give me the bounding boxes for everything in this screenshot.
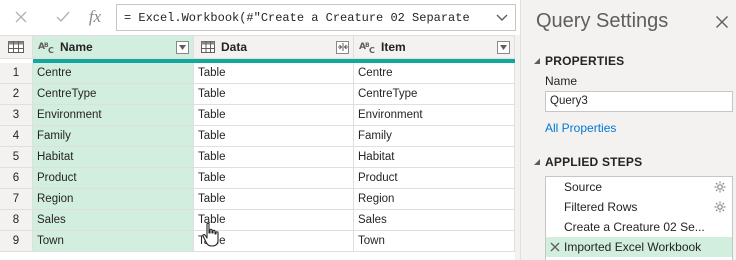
properties-heading[interactable]: PROPERTIES [534, 54, 624, 68]
cell-name[interactable]: Product [33, 168, 194, 189]
step-imported-excel-workbook[interactable]: Imported Excel Workbook [546, 237, 732, 257]
text-type-icon[interactable]: ABC [37, 40, 57, 54]
cell-item[interactable]: Town [354, 231, 515, 252]
cell-data[interactable]: Table [194, 168, 354, 189]
table-row: 6 Product Table Product [0, 168, 520, 189]
cell-name[interactable]: Habitat [33, 147, 194, 168]
chevron-down-icon[interactable] [493, 9, 511, 27]
cell-item[interactable]: Product [354, 168, 515, 189]
cell-item[interactable]: CentreType [354, 84, 515, 105]
query-settings-title: Query Settings [536, 10, 669, 32]
cell-item[interactable]: Environment [354, 105, 515, 126]
step-label: Create a Creature 02 Se... [564, 220, 705, 234]
gear-icon[interactable] [712, 181, 728, 193]
grid-header: ABC Name Data ABC Item [0, 35, 520, 59]
cell-item[interactable]: Habitat [354, 147, 515, 168]
delete-step-icon[interactable] [546, 242, 564, 252]
row-number[interactable]: 6 [0, 168, 33, 189]
cell-name[interactable]: Town [33, 231, 194, 252]
cell-name[interactable]: Family [33, 126, 194, 147]
cell-data[interactable]: Table [194, 63, 354, 84]
step-filtered-rows[interactable]: Filtered Rows [546, 197, 732, 217]
cell-data[interactable]: Table [194, 189, 354, 210]
text-type-icon[interactable]: ABC [358, 40, 378, 54]
step-label: Source [564, 180, 603, 194]
table-type-icon[interactable] [198, 41, 218, 53]
row-number[interactable]: 5 [0, 147, 33, 168]
table-menu-icon[interactable] [0, 36, 33, 58]
cell-name[interactable]: Centre [33, 63, 194, 84]
table-row: 9 Town Table Town [0, 231, 520, 252]
cancel-formula-icon[interactable] [8, 4, 34, 30]
cell-data[interactable]: Table [194, 84, 354, 105]
gear-icon[interactable] [712, 201, 728, 213]
filter-dropdown-icon[interactable] [176, 40, 189, 54]
column-header-name[interactable]: ABC Name [33, 36, 194, 58]
applied-steps-heading-label: APPLIED STEPS [545, 155, 643, 169]
cell-item[interactable]: Sales [354, 210, 515, 231]
formula-bar: fx = Excel.Workbook(#"Create a Creature … [0, 0, 520, 35]
row-number[interactable]: 1 [0, 63, 33, 84]
cell-name[interactable]: Environment [33, 105, 194, 126]
applied-steps-heading[interactable]: APPLIED STEPS [534, 155, 642, 169]
cell-name[interactable]: Region [33, 189, 194, 210]
formula-input[interactable]: = Excel.Workbook(#"Create a Creature 02 … [116, 4, 516, 31]
name-label: Name [545, 74, 578, 88]
data-grid: ABC Name Data ABC Item 1 Centre Table Ce… [0, 35, 520, 260]
table-row: 1 Centre Table Centre [0, 63, 520, 84]
row-number[interactable]: 7 [0, 189, 33, 210]
svg-text:C: C [369, 46, 375, 54]
cell-item[interactable]: Family [354, 126, 515, 147]
row-number[interactable]: 8 [0, 210, 33, 231]
collapse-triangle-icon [534, 58, 540, 64]
svg-text:C: C [48, 46, 54, 54]
table-row: 4 Family Table Family [0, 126, 520, 147]
cell-data[interactable]: Table [194, 105, 354, 126]
cell-name[interactable]: CentreType [33, 84, 194, 105]
cell-name[interactable]: Sales [33, 210, 194, 231]
hand-cursor-icon [202, 222, 219, 247]
column-label-item: Item [381, 40, 406, 54]
column-label-data: Data [221, 40, 248, 54]
row-number[interactable]: 2 [0, 84, 33, 105]
query-settings-pane: Query Settings PROPERTIES Name Query3 Al… [520, 0, 736, 260]
table-row: 3 Environment Table Environment [0, 105, 520, 126]
column-label-name: Name [60, 40, 93, 54]
cell-item[interactable]: Region [354, 189, 515, 210]
fx-icon[interactable]: fx [82, 4, 108, 30]
collapse-triangle-icon [534, 159, 540, 165]
row-number[interactable]: 9 [0, 231, 33, 252]
row-number[interactable]: 4 [0, 126, 33, 147]
cell-data[interactable]: Table [194, 126, 354, 147]
table-row: 2 CentreType Table CentreType [0, 84, 520, 105]
step-label: Filtered Rows [564, 200, 638, 214]
cell-item[interactable]: Centre [354, 63, 515, 84]
table-row: 7 Region Table Region [0, 189, 520, 210]
step-source[interactable]: Source [546, 177, 732, 197]
query-name-input[interactable]: Query3 [545, 91, 733, 112]
applied-steps-list: Source Filtered Rows Create a Creature 0… [545, 176, 733, 260]
table-row: 5 Habitat Table Habitat [0, 147, 520, 168]
filter-dropdown-icon[interactable] [497, 40, 510, 54]
row-number[interactable]: 3 [0, 105, 33, 126]
confirm-formula-icon[interactable] [50, 4, 76, 30]
cell-data[interactable]: Table [194, 147, 354, 168]
formula-text: = Excel.Workbook(#"Create a Creature 02 … [124, 11, 470, 25]
expand-column-icon[interactable] [336, 40, 349, 54]
column-header-data[interactable]: Data [194, 36, 354, 58]
all-properties-link[interactable]: All Properties [545, 121, 616, 135]
step-label: Imported Excel Workbook [564, 240, 702, 254]
step-create-a-creature[interactable]: Create a Creature 02 Se... [546, 217, 732, 237]
close-icon[interactable] [715, 15, 729, 29]
table-row: 8 Sales Table Sales [0, 210, 520, 231]
column-header-item[interactable]: ABC Item [354, 36, 515, 58]
properties-heading-label: PROPERTIES [545, 54, 625, 68]
